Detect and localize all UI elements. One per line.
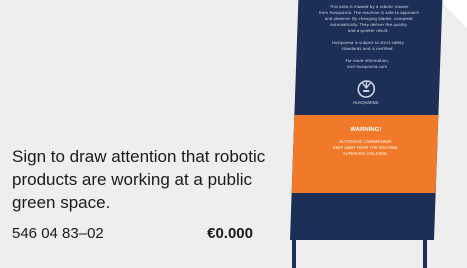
sign-brand-name: HUSQVARNA bbox=[353, 100, 379, 105]
warning-line: SUPERVISE CHILDREN bbox=[343, 151, 388, 156]
sign-image: This area is mowed by a robotic mower fr… bbox=[290, 0, 443, 240]
warning-line: KEEP AWAY FROM THE MACHINE bbox=[332, 145, 398, 150]
product-price: €0.000 bbox=[207, 225, 253, 242]
sign-info-line: visit husqvarna.com bbox=[346, 64, 388, 69]
article-number: 546 04 83–02 bbox=[12, 225, 104, 242]
sign-post-left bbox=[292, 240, 296, 268]
product-description: Sign to draw attention that robotic prod… bbox=[12, 147, 266, 212]
sign-info-line: standards and is certified. bbox=[341, 46, 394, 51]
husqvarna-logo-icon bbox=[357, 80, 376, 98]
sign-info-line: and a quieter result. bbox=[347, 28, 389, 33]
warning-line: AUTOMATIC LAWNMOWER bbox=[339, 139, 392, 144]
warning-title: WARNING! bbox=[350, 127, 382, 133]
sign-warning-panel: WARNING! AUTOMATIC LAWNMOWER KEEP AWAY F… bbox=[291, 115, 439, 193]
sign-post-right bbox=[423, 240, 427, 268]
